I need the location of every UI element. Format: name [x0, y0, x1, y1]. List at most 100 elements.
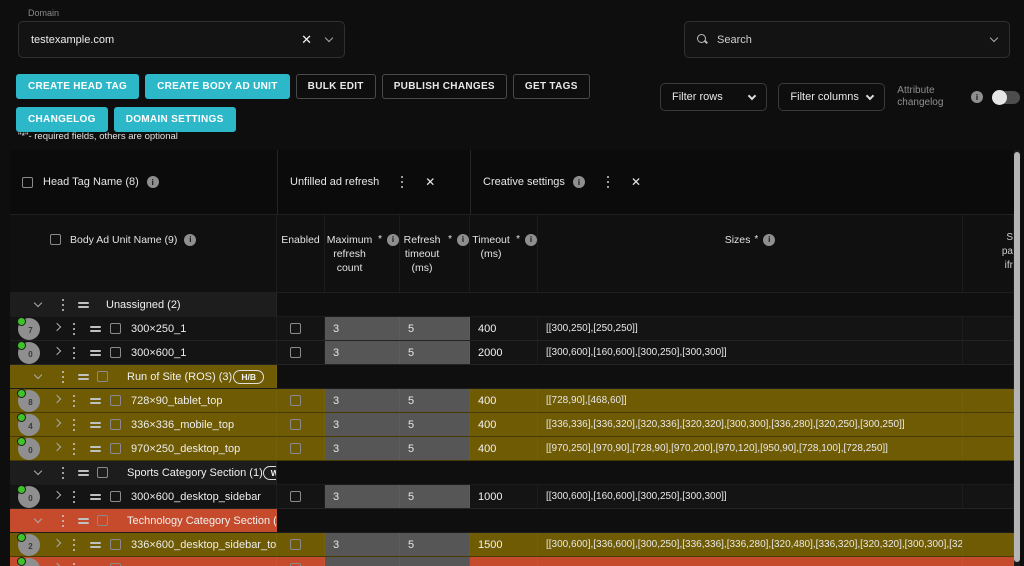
scrollbar-thumb[interactable] [1014, 152, 1020, 562]
refresh-timeout-cell[interactable]: 5 [400, 437, 470, 460]
close-icon[interactable]: ✕ [631, 175, 641, 189]
kebab-menu-icon[interactable] [401, 181, 403, 183]
enabled-checkbox[interactable] [290, 491, 301, 502]
sizes-cell[interactable]: [[300,250],[250,250]] [538, 317, 963, 340]
sizes-cell[interactable]: [[728,90],[468,60]] [538, 389, 963, 412]
collapse-chevron-icon[interactable] [34, 471, 42, 474]
chevron-down-icon[interactable] [325, 34, 333, 42]
expand-chevron-icon[interactable] [53, 351, 61, 354]
row-checkbox[interactable] [110, 419, 121, 430]
kebab-menu-icon[interactable] [62, 304, 64, 306]
select-all-head-tags-checkbox[interactable] [22, 177, 33, 188]
refresh-timeout-cell[interactable]: 5 [400, 341, 470, 364]
refresh-timeout-cell[interactable]: 5 [400, 533, 470, 556]
filter-rows-select[interactable]: Filter rows [660, 83, 767, 111]
refresh-timeout-cell[interactable]: 5 [400, 317, 470, 340]
max-refresh-cell[interactable]: 3 [325, 437, 400, 460]
drag-handle-icon[interactable] [90, 444, 101, 454]
attribute-changelog-toggle[interactable] [993, 91, 1020, 104]
refresh-timeout-cell[interactable]: 5 [400, 485, 470, 508]
kebab-menu-icon[interactable] [62, 472, 64, 474]
drag-handle-icon[interactable] [90, 348, 101, 358]
toolbar-button[interactable]: CHANGELOG [16, 107, 108, 132]
expand-chevron-icon[interactable] [53, 399, 61, 402]
expand-chevron-icon[interactable] [53, 495, 61, 498]
drag-handle-icon[interactable] [78, 468, 89, 478]
expand-chevron-icon[interactable] [53, 423, 61, 426]
row-checkbox[interactable] [110, 491, 121, 502]
kebab-menu-icon[interactable] [73, 400, 75, 402]
search-chevron-down-icon[interactable] [990, 34, 998, 42]
max-refresh-cell[interactable]: 3 [325, 341, 400, 364]
max-refresh-cell[interactable]: 3 [325, 389, 400, 412]
toolbar-button[interactable]: PUBLISH CHANGES [382, 74, 507, 99]
kebab-menu-icon[interactable] [73, 496, 75, 498]
drag-handle-icon[interactable] [78, 300, 89, 310]
timeout-cell[interactable]: 400 [470, 389, 538, 412]
timeout-cell[interactable]: 400 [470, 413, 538, 436]
toolbar-button[interactable]: GET TAGS [513, 74, 590, 99]
max-refresh-cell[interactable] [325, 557, 400, 566]
row-checkbox[interactable] [97, 371, 108, 382]
collapse-chevron-icon[interactable] [34, 519, 42, 522]
info-icon[interactable] [184, 234, 196, 246]
info-icon[interactable] [573, 176, 585, 188]
drag-handle-icon[interactable] [78, 372, 89, 382]
max-refresh-cell[interactable]: 3 [325, 533, 400, 556]
toolbar-button[interactable]: CREATE HEAD TAG [16, 74, 139, 99]
timeout-cell[interactable]: 400 [470, 437, 538, 460]
row-checkbox[interactable] [97, 515, 108, 526]
kebab-menu-icon[interactable] [62, 376, 64, 378]
kebab-menu-icon[interactable] [607, 181, 609, 183]
enabled-checkbox[interactable] [290, 443, 301, 454]
domain-select[interactable]: testexample.com ✕ [18, 21, 345, 58]
sizes-cell[interactable] [538, 557, 963, 566]
drag-handle-icon[interactable] [78, 516, 89, 526]
enabled-checkbox[interactable] [290, 395, 301, 406]
refresh-timeout-cell[interactable]: 5 [400, 389, 470, 412]
info-icon[interactable] [525, 234, 537, 246]
info-icon[interactable] [147, 176, 159, 188]
filter-columns-select[interactable]: Filter columns [778, 83, 885, 111]
enabled-checkbox[interactable] [290, 539, 301, 550]
drag-handle-icon[interactable] [90, 540, 101, 550]
toolbar-button[interactable]: DOMAIN SETTINGS [114, 107, 236, 132]
enabled-checkbox[interactable] [290, 347, 301, 358]
expand-chevron-icon[interactable] [53, 543, 61, 546]
sizes-cell[interactable]: [[336,336],[336,320],[320,336],[320,320]… [538, 413, 963, 436]
info-icon[interactable] [457, 234, 469, 246]
kebab-menu-icon[interactable] [73, 352, 75, 354]
expand-chevron-icon[interactable] [53, 447, 61, 450]
info-icon[interactable] [387, 234, 399, 246]
close-icon[interactable]: ✕ [425, 175, 435, 189]
info-icon[interactable] [763, 234, 775, 246]
row-checkbox[interactable] [110, 539, 121, 550]
row-checkbox[interactable] [97, 467, 108, 478]
sizes-cell[interactable]: [[300,600],[160,600],[300,250],[300,300]… [538, 485, 963, 508]
kebab-menu-icon[interactable] [73, 448, 75, 450]
collapse-chevron-icon[interactable] [34, 303, 42, 306]
refresh-timeout-cell[interactable] [400, 557, 470, 566]
timeout-cell[interactable]: 400 [470, 317, 538, 340]
row-checkbox[interactable] [110, 443, 121, 454]
kebab-menu-icon[interactable] [62, 520, 64, 522]
enabled-checkbox[interactable] [290, 419, 301, 430]
drag-handle-icon[interactable] [90, 324, 101, 334]
search-box[interactable] [684, 21, 1010, 58]
timeout-cell[interactable]: 2000 [470, 341, 538, 364]
clear-domain-icon[interactable]: ✕ [301, 32, 312, 48]
drag-handle-icon[interactable] [90, 396, 101, 406]
timeout-cell[interactable]: 1500 [470, 533, 538, 556]
refresh-timeout-cell[interactable]: 5 [400, 413, 470, 436]
expand-chevron-icon[interactable] [53, 327, 61, 330]
timeout-cell[interactable]: 1000 [470, 485, 538, 508]
toolbar-button[interactable]: CREATE BODY AD UNIT [145, 74, 290, 99]
toolbar-button[interactable]: BULK EDIT [296, 74, 376, 99]
row-checkbox[interactable] [110, 323, 121, 334]
drag-handle-icon[interactable] [90, 420, 101, 430]
kebab-menu-icon[interactable] [73, 424, 75, 426]
sizes-cell[interactable]: [[300,600],[160,600],[300,250],[300,300]… [538, 341, 963, 364]
timeout-cell[interactable] [470, 557, 538, 566]
kebab-menu-icon[interactable] [73, 544, 75, 546]
enabled-checkbox[interactable] [290, 323, 301, 334]
